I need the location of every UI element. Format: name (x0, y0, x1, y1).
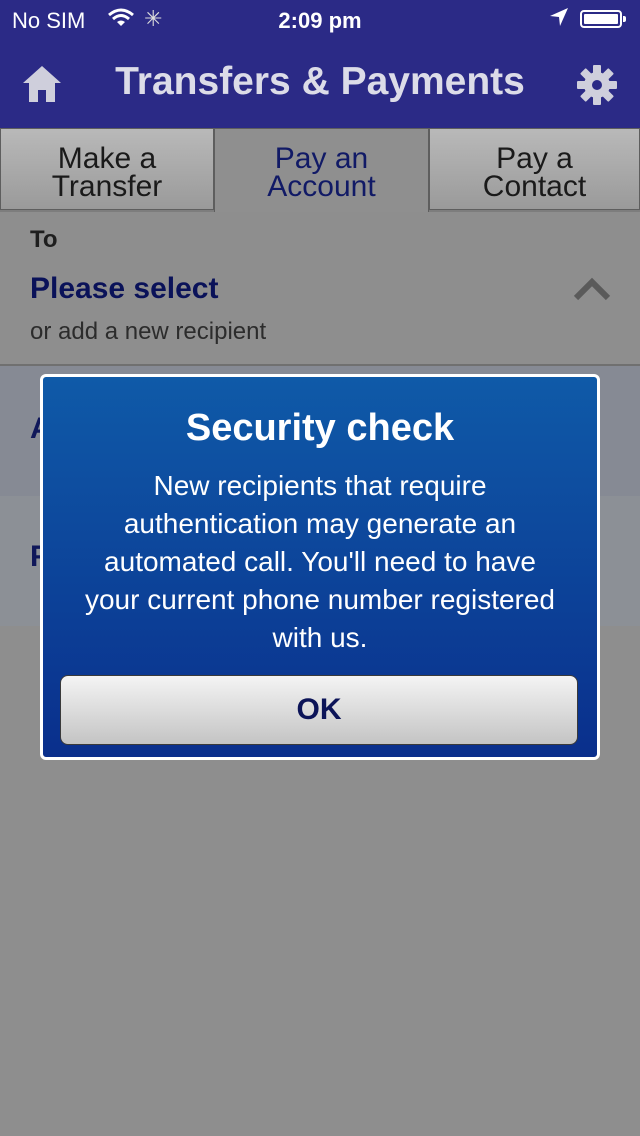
page-title: Transfers & Payments (115, 60, 525, 103)
top-bar: No SIM ✳ 2:09 pm Transfers & Payments (0, 0, 640, 128)
recipient-value: Please select (30, 272, 219, 305)
dialog-title: Security check (185, 407, 455, 449)
status-time: 2:09 pm (278, 8, 362, 33)
tab-pay-a-contact[interactable]: Pay a Contact (429, 128, 640, 210)
location-arrow-icon (548, 6, 570, 34)
ok-button[interactable]: OK (60, 675, 578, 745)
security-check-dialog: Security check New recipients that requi… (40, 374, 600, 760)
nav-bar: Transfers & Payments (0, 40, 640, 128)
gear-icon[interactable] (576, 64, 618, 106)
recipient-select[interactable]: Please select or add a new recipient (0, 254, 640, 364)
to-label: To (30, 226, 58, 253)
status-bar: No SIM ✳ 2:09 pm (0, 0, 640, 40)
home-icon[interactable] (20, 62, 64, 106)
screen: No SIM ✳ 2:09 pm Transfers & Payments Ma… (0, 0, 640, 1136)
tab-make-a-transfer[interactable]: Make a Transfer (0, 128, 214, 210)
tab-label-line1: Pay a (496, 142, 573, 175)
tab-label-line2: Contact (482, 170, 587, 203)
recipient-hint: or add a new recipient (30, 318, 267, 345)
chevron-up-icon (572, 276, 612, 302)
tab-pay-an-account[interactable]: Pay an Account (214, 128, 429, 212)
battery-icon (580, 10, 626, 28)
tab-label-line2: Account (267, 170, 376, 203)
dialog-message: New recipients that require authenticati… (84, 470, 556, 653)
tab-bar: Make a Transfer Pay an Account Pay a Con… (0, 128, 640, 212)
tab-label-line1: Make a (57, 142, 157, 175)
tab-label-line2: Transfer (51, 170, 163, 203)
tab-label-line1: Pay an (274, 142, 369, 175)
